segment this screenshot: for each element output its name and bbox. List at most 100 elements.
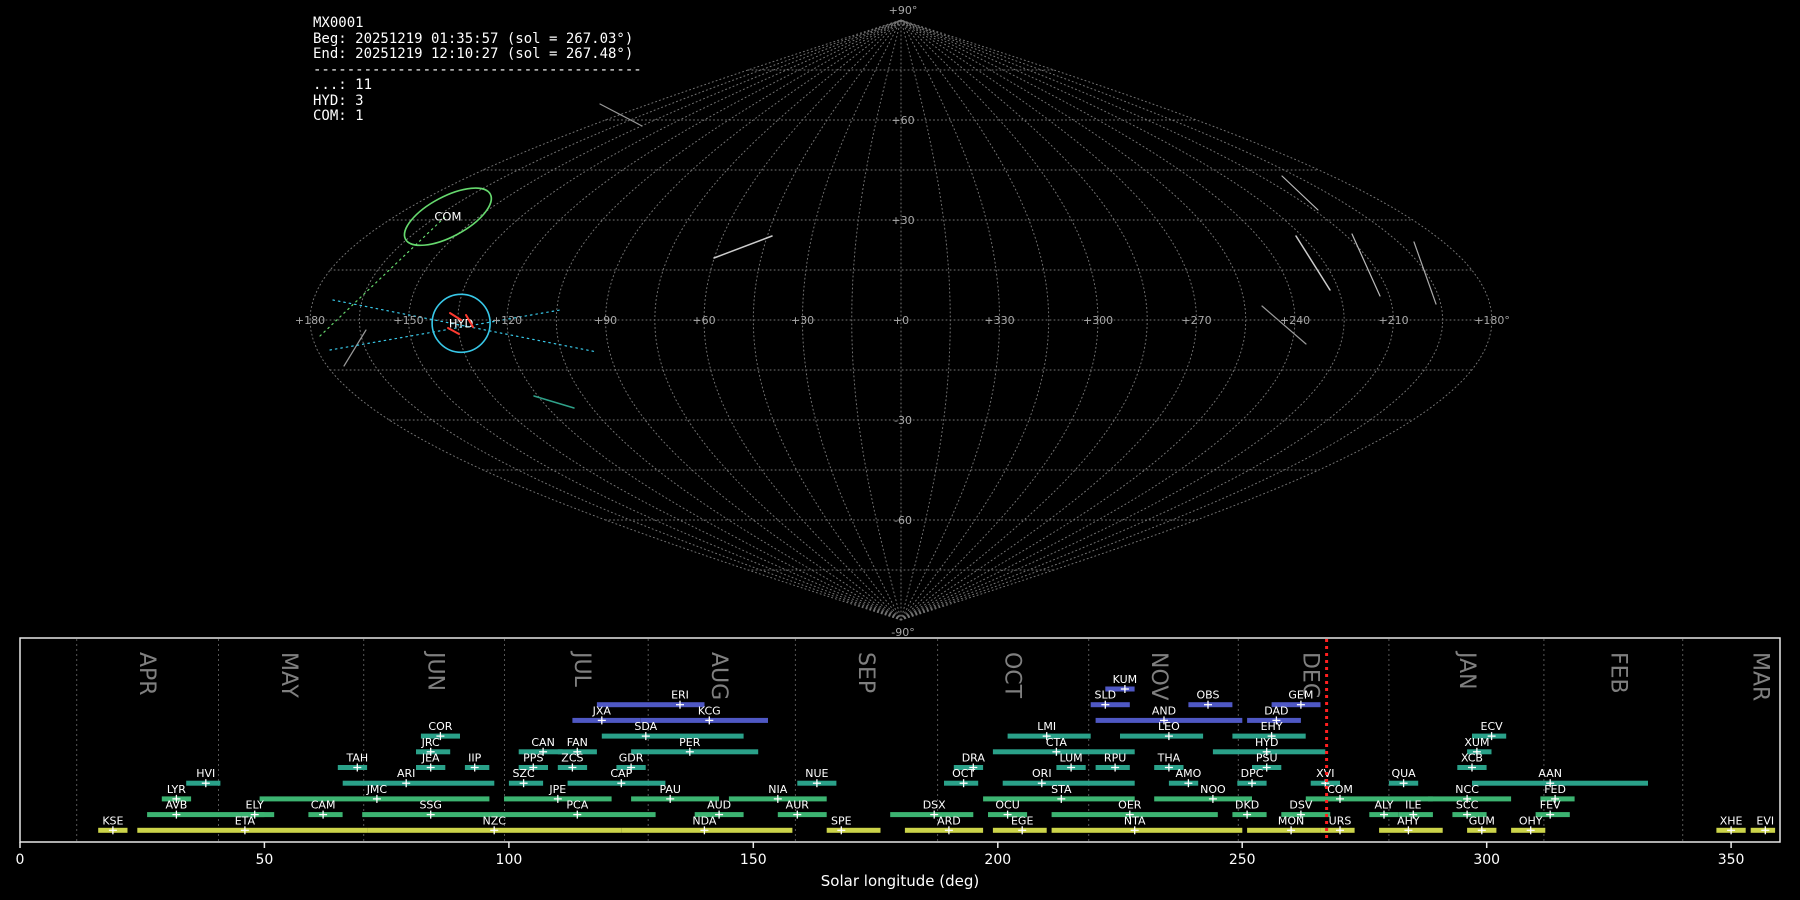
shower-qua: QUA [1389,767,1418,787]
month-label: AUG [706,652,731,700]
month-label: FEB [1606,652,1631,694]
shower-evi: EVI [1751,814,1775,834]
shower-code-label: THA [1157,752,1181,765]
shower-code-label: KSE [102,814,123,827]
shower-szc: SZC [509,767,543,787]
shower-nda: NDA [621,814,792,834]
shower-code-label: AMO [1176,767,1202,780]
shower-jmc: JMC [260,783,490,803]
shower-code-label: JXA [592,704,612,717]
shower-activity-bar [1120,734,1203,739]
shower-iip: IIP [465,752,489,772]
shower-hvi: HVI [186,767,220,787]
shower-code-label: NIA [768,783,787,796]
shower-ohy: OHY [1511,814,1545,834]
lon-label: +240 [1280,314,1310,327]
shower-urs: URS [1320,814,1354,834]
x-axis-title: Solar longitude (deg) [821,872,979,890]
shower-code-label: AND [1152,704,1176,717]
shower-xcb: XCB [1457,752,1486,772]
shower-xhe: XHE [1716,814,1745,834]
shower-code-label: QUA [1391,767,1416,780]
shower-code-label: CAP [610,767,632,780]
shower-activity-bar [602,734,744,739]
shower-ard: ARD [905,814,983,834]
shower-zcs: ZCS [558,752,587,772]
lon-label: +0 [893,314,909,327]
shower-amo: AMO [1169,767,1202,787]
x-tick-label: 150 [740,852,767,868]
month-label: MAR [1747,652,1772,701]
shower-code-label: SDA [634,720,657,733]
shower-code-label: EGE [1011,814,1033,827]
month-label: SEP [853,652,878,693]
lon-label: +120 [492,314,522,327]
shower-pau: PAU [631,783,719,803]
shower-activity-bar [778,812,827,817]
month-label: APR [134,652,159,696]
shower-code-label: XCB [1461,752,1483,765]
shower-code-label: PER [679,736,701,749]
meteor-station-plot: MX0001 Beg: 20251219 01:35:57 (sol = 267… [0,0,1800,900]
lat-label: +60 [891,114,914,127]
shower-sld: SLD [1091,689,1130,709]
shower-code-label: IIP [468,752,481,765]
shower-code-label: EHY [1261,720,1283,733]
shower-ari: ARI [343,767,495,787]
shower-code-label: URS [1329,814,1352,827]
shower-aly: ALY [1369,799,1398,819]
shower-activity-bar [338,765,367,770]
shower-code-label: FAN [567,736,588,749]
lon-label: +180° [1474,314,1510,327]
shower-dpc: DPC [1237,767,1266,787]
shower-code-label: JRC [421,736,440,749]
sky-coordinate-labels: +180+150+120+90+60+30+0+330+300+270+240+… [295,4,1510,636]
activity-timeline: APRMAYJUNJULAUGSEPOCTNOVDECJANFEBMARKUME… [0,636,1800,900]
shower-activity-bar [1247,828,1320,833]
lon-label: +300 [1083,314,1113,327]
shower-code-label: COM [1327,783,1353,796]
x-tick-label: 200 [984,852,1011,868]
shower-activity-bar [905,828,983,833]
month-label: NOV [1146,652,1171,700]
shower-code-label: PPS [523,752,543,765]
shower-per: PER [631,736,758,756]
shower-rpu: RPU [1096,752,1130,772]
month-label: MAY [276,652,301,698]
shower-activity-bar [343,781,495,786]
shower-code-label: ILE [1405,799,1421,812]
shower-code-label: PCA [566,799,588,812]
shower-nzc: NZC [367,814,621,834]
shower-code-label: AUR [786,799,810,812]
shower-code-label: STA [1051,783,1072,796]
x-tick-label: 100 [496,852,523,868]
shower-pca: PCA [504,799,656,819]
lon-label: +30 [791,314,814,327]
shower-code-label: LMI [1037,720,1056,733]
shower-code-label: ORI [1032,767,1052,780]
shower-obs: OBS [1188,689,1232,709]
radiant-label: COM [434,210,461,224]
month-labels: APRMAYJUNJULAUGSEPOCTNOVDECJANFEBMAR [134,650,1772,701]
shower-activity-bar [137,828,367,833]
shower-code-label: KUM [1113,673,1137,686]
shower-oct: OCT [944,767,978,787]
lat-label: -60 [894,514,912,527]
shower-jea: JEA [416,752,445,772]
shower-code-label: COR [428,720,452,733]
shower-nta: NTA [1052,814,1243,834]
shower-code-label: DAD [1264,704,1288,717]
shower-code-label: SPE [831,814,852,827]
shower-code-label: NDA [692,814,717,827]
shower-code-label: FEV [1540,799,1561,812]
shower-leo: LEO [1120,720,1203,740]
x-tick-label: 0 [16,852,25,868]
shower-cam: CAM [308,799,342,819]
shower-code-label: JEA [421,752,440,765]
shower-activity-bar [597,702,705,707]
shower-code-label: ERI [671,689,689,702]
shower-code-label: MON [1278,814,1304,827]
shower-code-label: ELY [246,799,265,812]
shower-activity-bar [631,749,758,754]
shower-kcg: KCG [641,704,768,724]
